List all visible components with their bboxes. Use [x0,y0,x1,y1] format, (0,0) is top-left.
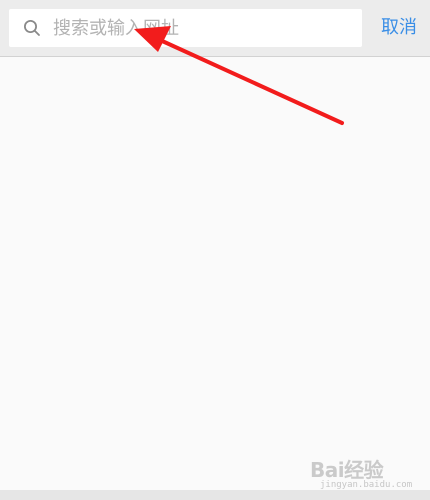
watermark-logo: Bai经验 [310,458,384,482]
search-header-bar: 取消 [0,0,430,57]
watermark-url: jingyan.baidu.com [320,480,413,490]
search-box[interactable] [9,9,362,47]
cancel-button[interactable]: 取消 [374,9,424,47]
search-icon [24,20,40,36]
search-input[interactable] [53,9,353,47]
baidu-jingyan-watermark: Bai经验 jingyan.baidu.com [300,448,425,496]
suggestion-area [0,57,430,490]
